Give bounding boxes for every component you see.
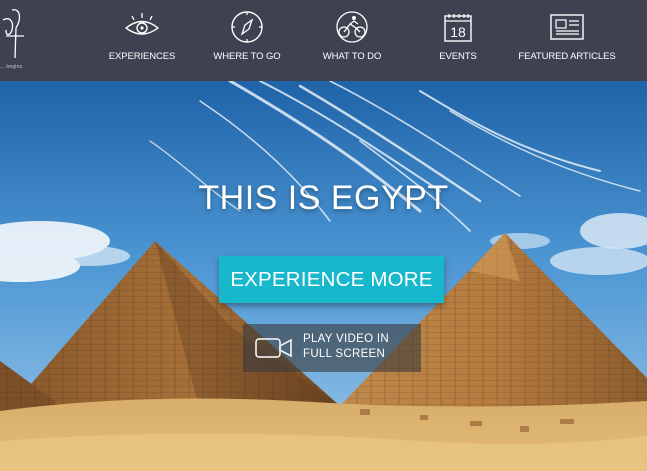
newspaper-icon	[548, 7, 586, 47]
calendar-icon: 18	[442, 7, 474, 47]
page: ... begins EXPERIENCES WHERE TO GO WHAT …	[0, 0, 647, 471]
ankh-logo-icon	[2, 9, 24, 59]
video-button-label: PLAY VIDEO IN FULL SCREEN	[303, 332, 389, 362]
top-navigation-bar: ... begins EXPERIENCES WHERE TO GO WHAT …	[0, 0, 647, 81]
nav-label-events: EVENTS	[439, 51, 477, 62]
compass-icon	[229, 7, 265, 47]
experience-more-button[interactable]: EXPERIENCE MORE	[219, 256, 444, 303]
cyclist-icon	[332, 7, 372, 47]
hero-section: THIS IS EGYPT EXPERIENCE MORE PLAY VIDEO…	[0, 81, 647, 471]
logo-tagline: ... begins	[0, 64, 23, 70]
calendar-day: 18	[450, 24, 466, 40]
nav-label-experiences: EXPERIENCES	[108, 51, 176, 62]
eye-icon	[122, 7, 162, 47]
nav-item-what-to-do[interactable]: WHAT TO DO	[318, 0, 386, 81]
play-video-fullscreen-button[interactable]: PLAY VIDEO IN FULL SCREEN	[243, 324, 421, 372]
nav-item-experiences[interactable]: EXPERIENCES	[105, 0, 179, 81]
nav-item-where-to-go[interactable]: WHERE TO GO	[212, 0, 282, 81]
nav-label-where-to-go: WHERE TO GO	[213, 51, 281, 62]
nav-label-featured-articles: FEATURED ARTICLES	[518, 51, 616, 62]
site-logo[interactable]: ... begins	[0, 0, 60, 81]
nav-item-featured-articles[interactable]: FEATURED ARTICLES	[518, 0, 616, 81]
video-camera-icon	[255, 337, 293, 364]
hero-title: THIS IS EGYPT	[198, 179, 449, 217]
nav-label-what-to-do: WHAT TO DO	[322, 51, 382, 62]
video-label-line-2: FULL SCREEN	[303, 348, 386, 360]
nav-item-events[interactable]: 18 EVENTS	[430, 0, 486, 81]
video-label-line-1: PLAY VIDEO IN	[303, 333, 389, 345]
